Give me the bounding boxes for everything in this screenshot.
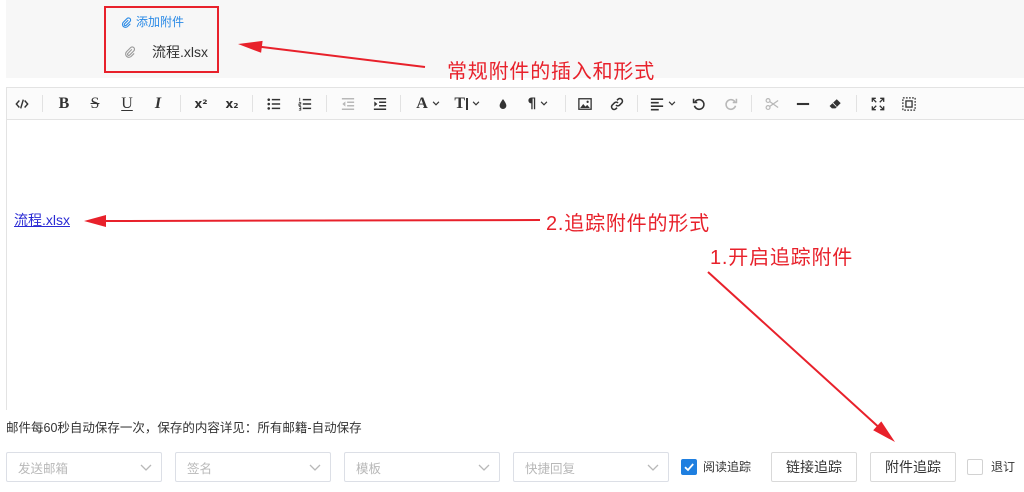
redo-button[interactable] (717, 88, 745, 119)
chevron-down-icon (647, 464, 659, 471)
attachment-file-name: 流程.xlsx (152, 44, 208, 60)
bold-button[interactable]: B (50, 88, 78, 119)
align-left-icon (650, 97, 664, 110)
toolbar-separator (326, 95, 327, 112)
select-placeholder: 发送邮箱 (18, 461, 69, 476)
chevron-down-icon (140, 464, 152, 471)
subscript-button[interactable]: x₂ (218, 88, 246, 119)
select-placeholder: 模板 (356, 461, 382, 476)
background-color-button[interactable] (489, 88, 517, 119)
read-tracking-label[interactable]: 阅读追踪 (703, 459, 751, 475)
select-placeholder: 签名 (187, 461, 213, 476)
indent-icon (373, 97, 387, 110)
eraser-icon (829, 98, 841, 108)
italic-glyph: I (154, 94, 162, 112)
cut-icon (765, 97, 779, 110)
italic-button[interactable]: I (144, 88, 172, 119)
insert-image-button[interactable] (571, 88, 599, 119)
indent-button[interactable] (366, 88, 394, 119)
undo-icon (692, 98, 705, 110)
toolbar-separator (856, 95, 857, 112)
toolbar-separator (252, 95, 253, 112)
select-placeholder: 快捷回复 (525, 461, 576, 476)
code-icon (15, 98, 29, 109)
fullscreen-button[interactable] (864, 88, 892, 119)
superscript-glyph: x² (194, 96, 208, 111)
image-icon (578, 97, 592, 110)
insert-link-button[interactable] (603, 88, 631, 119)
clear-format-button[interactable] (821, 88, 849, 119)
paragraph-glyph: ¶ (527, 95, 537, 112)
chevron-down-icon (668, 101, 676, 106)
unsubscribe-checkbox[interactable] (967, 459, 983, 475)
toolbar-separator (637, 95, 638, 112)
chevron-down-icon (432, 101, 440, 106)
toolbar-separator (42, 95, 43, 112)
annotation-tracked-attachment: 2.追踪附件的形式 (546, 213, 710, 235)
undo-button[interactable] (685, 88, 713, 119)
code-view-button[interactable] (8, 88, 36, 119)
chevron-down-icon (541, 101, 548, 106)
font-size-dropdown[interactable]: T (449, 88, 485, 119)
unsubscribe-label[interactable]: 退订 (991, 459, 1015, 475)
sender-mailbox-select[interactable]: 发送邮箱 (6, 452, 162, 482)
link-tracking-button[interactable]: 链接追踪 (771, 452, 857, 482)
strikethrough-glyph: S (90, 94, 100, 112)
chevron-down-icon (472, 101, 479, 106)
horizontal-rule-button[interactable] (789, 88, 817, 119)
font-color-glyph: A (416, 94, 428, 112)
annotation-enable-tracking: 1.开启追踪附件 (710, 247, 854, 269)
template-select[interactable]: 模板 (344, 452, 500, 482)
chevron-down-icon (309, 464, 321, 471)
rich-text-editor: B S U I x² x₂ A T ¶ 流程.xlsx (6, 87, 1024, 410)
bullet-list-button[interactable] (260, 88, 288, 119)
drop-icon (499, 98, 507, 109)
align-dropdown[interactable] (645, 88, 681, 119)
read-tracking-checkbox[interactable] (681, 459, 697, 475)
fullscreen-icon (871, 97, 885, 110)
outdent-button[interactable] (334, 88, 362, 119)
superscript-button[interactable]: x² (187, 88, 215, 119)
font-size-glyph: T (454, 94, 466, 112)
annotation-regular-attachment: 常规附件的插入和形式 (447, 61, 655, 83)
cut-button[interactable] (758, 88, 786, 119)
quick-reply-select[interactable]: 快捷回复 (513, 452, 669, 482)
signature-select[interactable]: 签名 (175, 452, 331, 482)
toolbar-separator (180, 95, 181, 112)
horizontal-rule-icon (796, 102, 810, 105)
link-icon (610, 97, 624, 110)
toolbar-separator (565, 95, 566, 112)
toolbar-separator (400, 95, 401, 112)
paperclip-icon (125, 46, 135, 58)
redo-icon (725, 98, 738, 110)
toolbar-separator (751, 95, 752, 112)
chevron-down-icon (478, 464, 490, 471)
bullet-list-icon (267, 97, 281, 110)
select-all-icon (902, 96, 916, 111)
ordered-list-icon (298, 97, 312, 111)
text-cursor-icon (466, 97, 468, 110)
tracked-attachment-link[interactable]: 流程.xlsx (14, 211, 70, 229)
checkmark-icon (684, 463, 694, 472)
outdent-icon (341, 97, 355, 110)
add-attachment-link[interactable]: 添加附件 (121, 14, 184, 30)
attachment-item[interactable]: 流程.xlsx (124, 42, 208, 62)
paperclip-icon (121, 16, 132, 28)
select-all-button[interactable] (895, 88, 923, 119)
ordered-list-button[interactable] (291, 88, 319, 119)
underline-button[interactable]: U (113, 88, 141, 119)
bold-glyph: B (58, 94, 70, 112)
font-color-dropdown[interactable]: A (410, 88, 446, 119)
attachment-tracking-button[interactable]: 附件追踪 (870, 452, 956, 482)
subscript-glyph: x₂ (225, 96, 239, 111)
underline-glyph: U (121, 94, 133, 112)
editor-toolbar: B S U I x² x₂ A T ¶ (7, 87, 1024, 120)
add-attachment-label: 添加附件 (136, 15, 185, 29)
autosave-notice: 邮件每60秒自动保存一次，保存的内容详见：所有邮籍-自动保存 (6, 421, 362, 435)
paragraph-dropdown[interactable]: ¶ (520, 88, 556, 119)
strikethrough-button[interactable]: S (81, 88, 109, 119)
